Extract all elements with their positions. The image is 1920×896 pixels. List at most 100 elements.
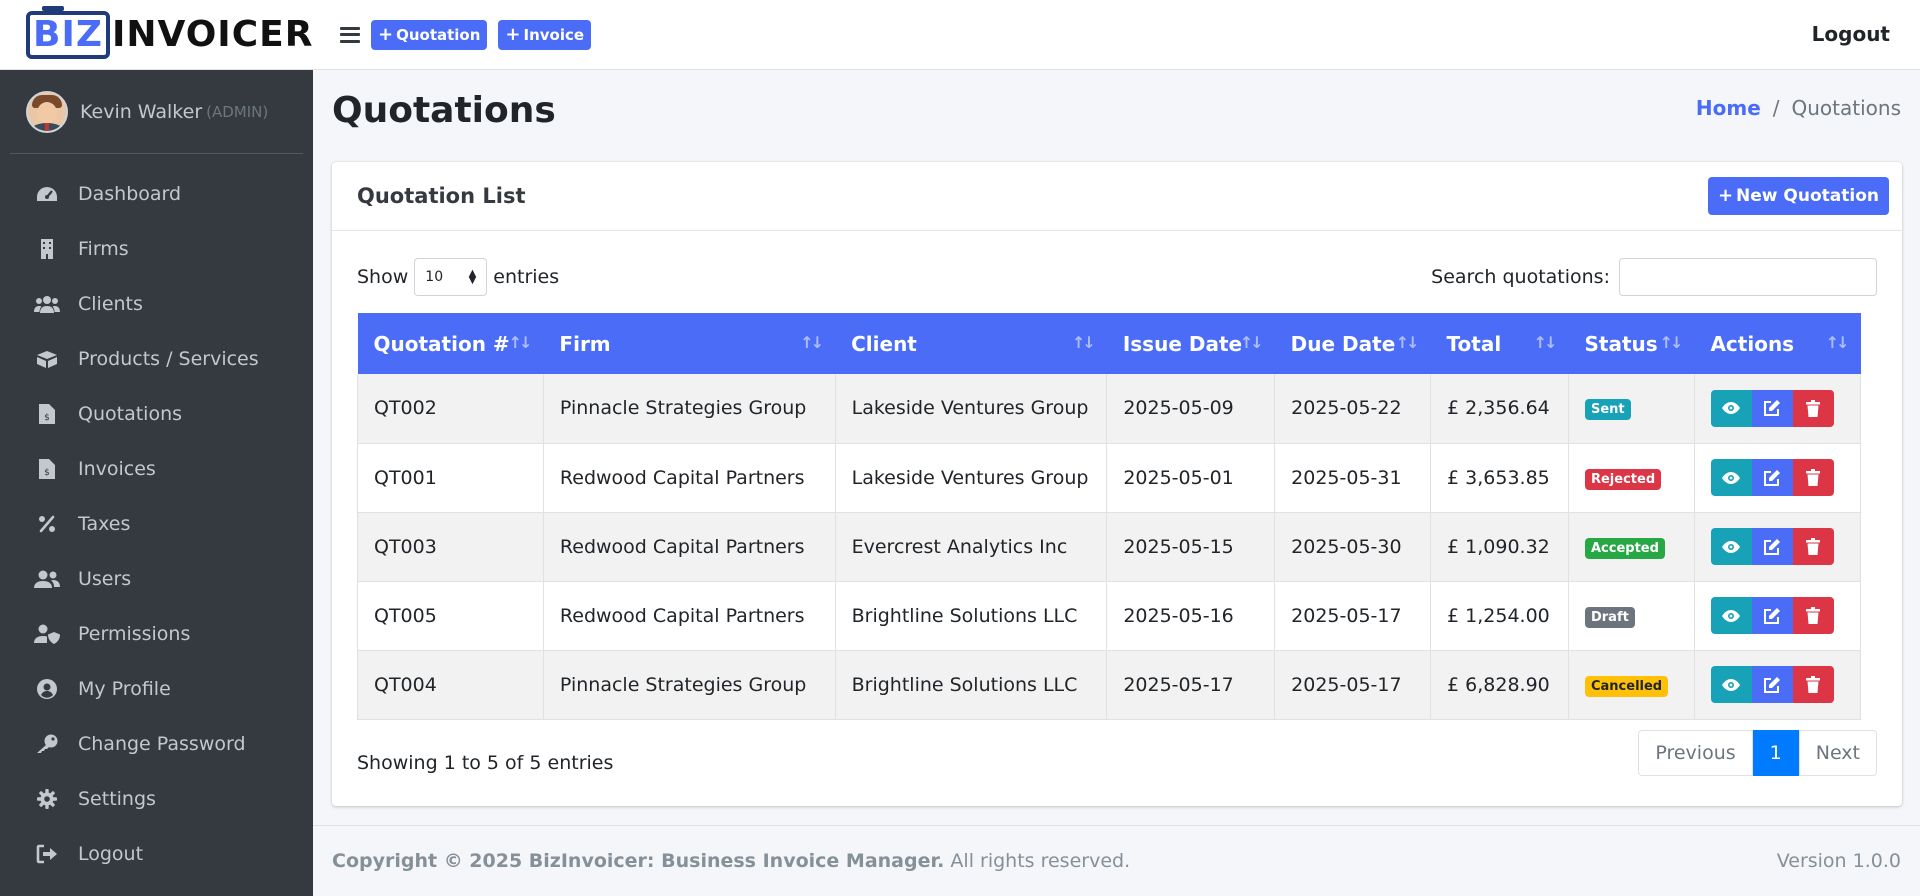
- view-button[interactable]: [1710, 389, 1752, 427]
- trash-icon: [1806, 538, 1821, 555]
- sidebar-item-label: Invoices: [78, 457, 156, 480]
- brand-logo[interactable]: BIZ INVOICER: [0, 0, 313, 70]
- issue-date-cell: 2025-05-15: [1106, 512, 1276, 582]
- sidebar-item-clients[interactable]: Clients: [0, 276, 313, 331]
- svg-text:$: $: [44, 413, 50, 423]
- row-actions: [1710, 459, 1844, 496]
- sidebar-item-label: Products / Services: [78, 347, 259, 370]
- column-header-client[interactable]: Client ↑↓: [835, 313, 1107, 374]
- delete-button[interactable]: [1792, 459, 1834, 496]
- due-date-cell: 2025-05-17: [1274, 581, 1432, 651]
- edit-icon: [1763, 469, 1781, 487]
- edit-button[interactable]: [1751, 666, 1793, 703]
- user-name: Kevin Walker: [80, 100, 203, 123]
- total-amount-cell: £ 1,090.32: [1430, 512, 1569, 582]
- sidebar-item-label: Dashboard: [78, 182, 182, 205]
- client-name-cell: Brightline Solutions LLC: [834, 650, 1108, 720]
- table-row: QT003 Redwood Capital Partners Evercrest A…: [357, 512, 1862, 582]
- sidebar-item-label: Change Password: [78, 732, 246, 755]
- sidebar-item-label: Settings: [78, 787, 156, 810]
- logo-invoicer-text: INVOICER: [111, 13, 314, 55]
- entries-label: entries: [493, 266, 560, 288]
- breadcrumb-current: Quotations: [1791, 96, 1901, 120]
- sidebar-item-my-profile[interactable]: My Profile: [0, 661, 313, 716]
- column-header-status[interactable]: Status ↑↓: [1568, 313, 1695, 374]
- actions-cell: [1693, 374, 1862, 444]
- column-header-quotation[interactable]: Quotation # ↑↓: [357, 313, 544, 374]
- column-header-label: Due Date: [1290, 331, 1396, 356]
- view-button[interactable]: [1710, 597, 1752, 634]
- sidebar-item-change-password[interactable]: Change Password: [0, 716, 313, 771]
- view-button[interactable]: [1710, 459, 1752, 496]
- footer-copyright-block: Copyright © 2025 BizInvoicer: Business I…: [332, 850, 1130, 872]
- row-actions: [1710, 666, 1844, 703]
- entries-value: 10: [425, 269, 444, 285]
- delete-button[interactable]: [1792, 389, 1834, 427]
- delete-button[interactable]: [1792, 528, 1834, 565]
- status-badge: Sent: [1584, 399, 1631, 421]
- sidebar-item-permissions[interactable]: Permissions: [0, 606, 313, 661]
- page-1-button[interactable]: 1: [1752, 730, 1799, 776]
- show-label: Show: [357, 266, 409, 288]
- file-invoice-icon: $: [32, 403, 62, 424]
- percent-icon: [32, 515, 62, 533]
- edit-button[interactable]: [1751, 597, 1793, 634]
- boxes-icon: [32, 350, 62, 368]
- column-header-firm[interactable]: Firm ↑↓: [543, 313, 836, 374]
- page-title: Quotations: [332, 90, 556, 131]
- sort-icon: ↑↓: [800, 333, 824, 352]
- table-header-row: Quotation # ↑↓ Firm ↑↓ Client ↑↓ Issue Date ↑↓ D…: [357, 313, 1861, 374]
- sidebar-item-quotations[interactable]: $ Quotations: [0, 386, 313, 441]
- search-box: Search quotations:: [1431, 258, 1877, 296]
- sort-icon: ↑↓: [1659, 333, 1684, 352]
- logout-link[interactable]: Logout: [1812, 22, 1890, 46]
- sidebar-item-taxes[interactable]: Taxes: [0, 496, 313, 551]
- quick-quotation-button[interactable]: + Quotation: [371, 19, 488, 50]
- column-header-total[interactable]: Total ↑↓: [1430, 313, 1569, 374]
- sidebar-item-settings[interactable]: Settings: [0, 771, 313, 826]
- trash-icon: [1806, 399, 1821, 417]
- user-panel[interactable]: Kevin Walker (ADMIN): [10, 70, 303, 154]
- pagination: Previous 1 Next: [1638, 730, 1877, 776]
- quick-invoice-label: Invoice: [523, 25, 585, 44]
- menu-toggle-icon[interactable]: [340, 26, 360, 43]
- status-cell: Draft: [1567, 581, 1695, 651]
- sidebar-item-users[interactable]: Users: [0, 551, 313, 606]
- edit-icon: [1763, 607, 1781, 625]
- key-icon: [32, 734, 62, 754]
- column-header-issue-date[interactable]: Issue Date ↑↓: [1106, 313, 1275, 374]
- quick-invoice-button[interactable]: + Invoice: [498, 19, 592, 50]
- view-button[interactable]: [1710, 666, 1752, 703]
- delete-button[interactable]: [1792, 597, 1834, 634]
- user-shield-icon: [32, 624, 62, 644]
- footer: Copyright © 2025 BizInvoicer: Business I…: [313, 825, 1920, 896]
- edit-button[interactable]: [1751, 528, 1793, 565]
- sidebar: BIZ INVOICER Kevin Walker (ADMIN) Dashbo…: [0, 0, 313, 896]
- sidebar-item-logout[interactable]: Logout: [0, 826, 313, 881]
- delete-button[interactable]: [1792, 666, 1834, 703]
- due-date-cell: 2025-05-31: [1274, 443, 1432, 513]
- actions-cell: [1693, 512, 1862, 582]
- edit-icon: [1763, 538, 1781, 556]
- next-page-button[interactable]: Next: [1798, 730, 1877, 776]
- firm-name-cell: Redwood Capital Partners: [542, 581, 836, 651]
- sidebar-item-products-services[interactable]: Products / Services: [0, 331, 313, 386]
- trash-icon: [1806, 469, 1821, 486]
- sidebar-item-invoices[interactable]: $ Invoices: [0, 441, 313, 496]
- status-badge: Cancelled: [1584, 675, 1669, 697]
- column-header-actions[interactable]: Actions ↑↓: [1694, 313, 1861, 374]
- eye-icon: [1722, 678, 1741, 691]
- sidebar-item-firms[interactable]: Firms: [0, 221, 313, 276]
- view-button[interactable]: [1710, 528, 1752, 565]
- quotation-number-cell: QT004: [357, 650, 544, 720]
- edit-button[interactable]: [1751, 459, 1793, 496]
- search-input[interactable]: [1619, 258, 1877, 296]
- column-header-due-date[interactable]: Due Date ↑↓: [1274, 313, 1431, 374]
- eye-icon: [1722, 402, 1741, 415]
- sidebar-item-dashboard[interactable]: Dashboard: [0, 166, 313, 221]
- new-quotation-button[interactable]: + New Quotation: [1707, 177, 1889, 215]
- breadcrumb-home-link[interactable]: Home: [1696, 96, 1761, 120]
- entries-select[interactable]: 10 ▲ ▼: [414, 258, 488, 296]
- previous-page-button[interactable]: Previous: [1638, 730, 1753, 776]
- edit-button[interactable]: [1751, 389, 1793, 427]
